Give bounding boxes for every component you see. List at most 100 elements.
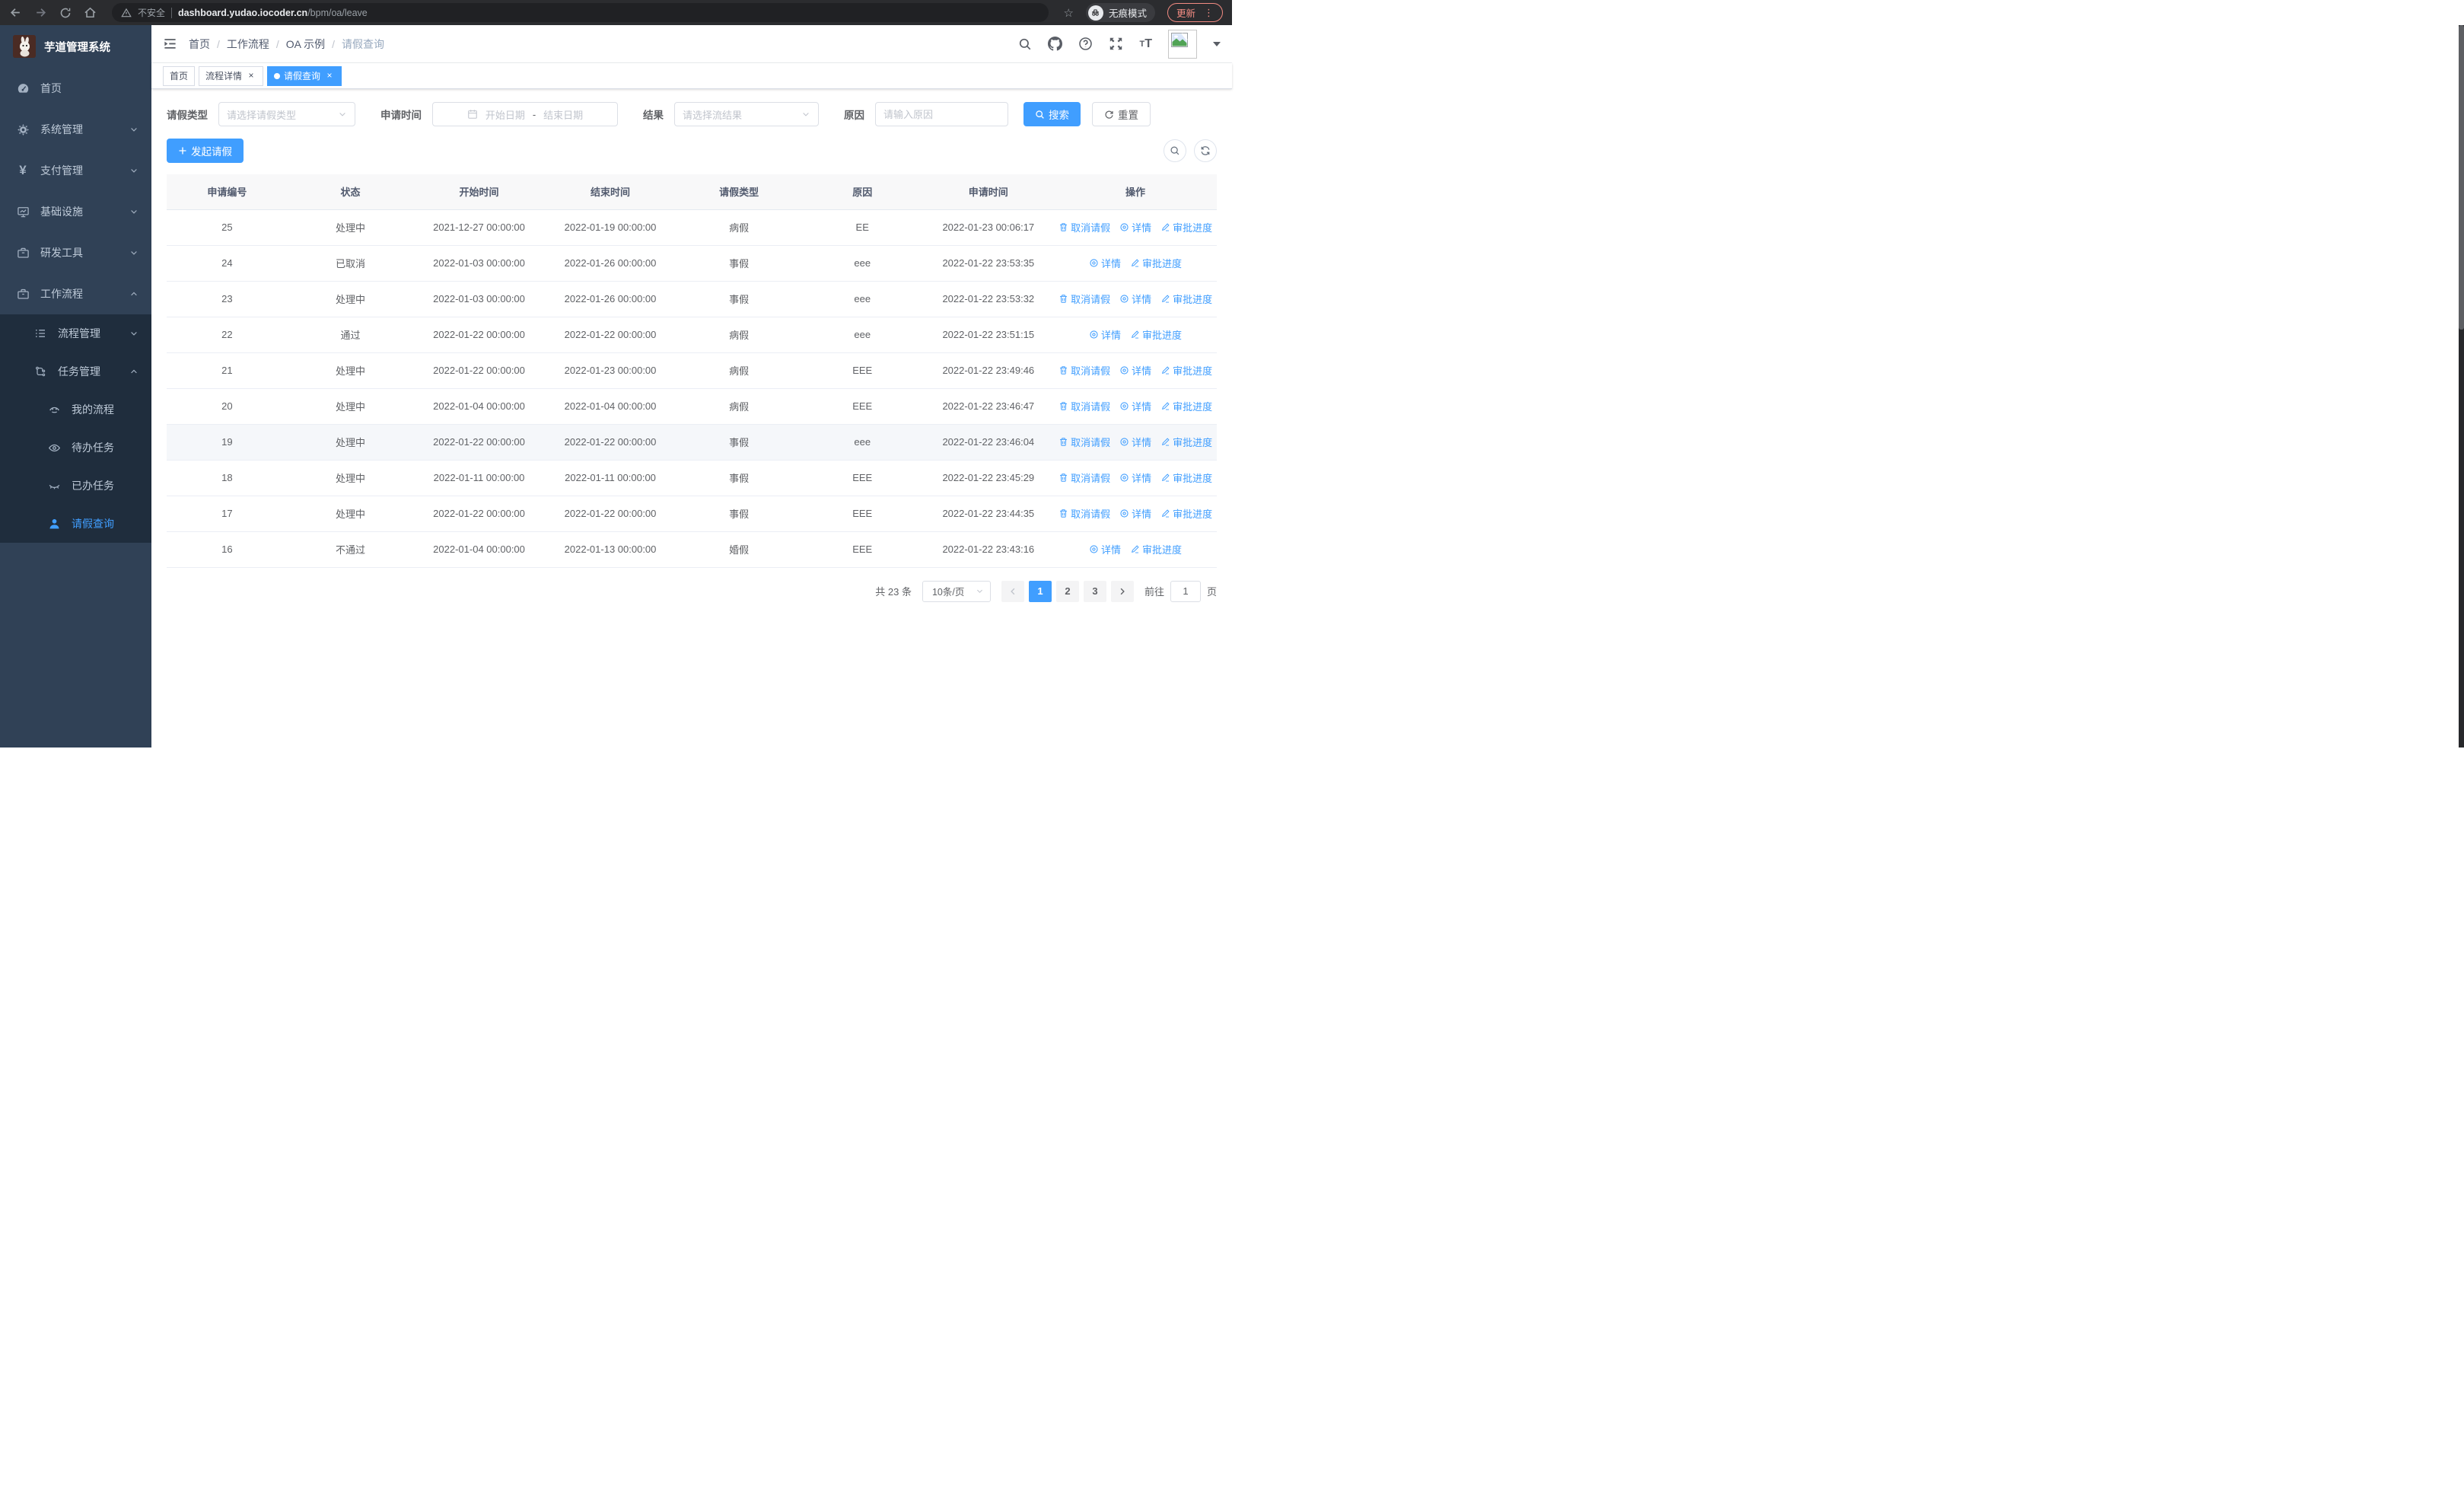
progress-link[interactable]: 审批进度: [1160, 363, 1212, 378]
cancel-leave-link[interactable]: 取消请假: [1059, 363, 1110, 378]
scrollbar[interactable]: [2459, 25, 2464, 748]
cancel-leave-link[interactable]: 取消请假: [1059, 506, 1110, 521]
tab-process-detail[interactable]: 流程详情 ×: [199, 65, 264, 86]
detail-link[interactable]: 详情: [1119, 292, 1151, 306]
tab-leave-query[interactable]: 请假查询 ×: [267, 65, 342, 86]
sidebar-item-task-mgmt[interactable]: 任务管理: [0, 352, 151, 390]
home-icon[interactable]: [84, 6, 97, 19]
cancel-leave-link[interactable]: 取消请假: [1059, 435, 1110, 449]
detail-link[interactable]: 详情: [1089, 542, 1121, 556]
sidebar-item-home[interactable]: 首页: [0, 68, 151, 109]
sidebar-item-done-tasks[interactable]: 已办任务: [0, 467, 151, 505]
browser-bar: 不安全 dashboard.yudao.iocoder.cn/bpm/oa/le…: [0, 0, 1232, 25]
breadcrumb-item[interactable]: 首页: [189, 37, 210, 52]
sidebar-item-workflow[interactable]: 工作流程: [0, 273, 151, 314]
progress-link[interactable]: 审批进度: [1160, 435, 1212, 449]
prev-page-button[interactable]: [1001, 580, 1024, 602]
github-icon[interactable]: [1048, 37, 1063, 51]
detail-link[interactable]: 详情: [1119, 435, 1151, 449]
reason-input[interactable]: [875, 102, 1008, 126]
sidebar-item-payment[interactable]: ¥ 支付管理: [0, 150, 151, 191]
scrollbar-thumb[interactable]: [2459, 25, 2464, 330]
sidebar-item-process-mgmt[interactable]: 流程管理: [0, 314, 151, 352]
reset-button[interactable]: 重置: [1092, 102, 1151, 126]
apply-time-range-picker[interactable]: 开始日期 - 结束日期: [432, 102, 618, 126]
sidebar-collapse-icon[interactable]: [163, 37, 177, 51]
cancel-leave-link[interactable]: 取消请假: [1059, 292, 1110, 306]
progress-link[interactable]: 审批进度: [1130, 256, 1182, 270]
show-search-button[interactable]: [1164, 139, 1186, 162]
table-cell-reason: EEE: [801, 460, 923, 496]
table-cell-reason: eee: [801, 245, 923, 282]
sidebar-item-infrastructure[interactable]: 基础设施: [0, 191, 151, 232]
forward-icon[interactable]: [34, 6, 47, 19]
sidebar-item-my-process[interactable]: 我的流程: [0, 390, 151, 429]
goto-page-input[interactable]: [1170, 580, 1201, 602]
sidebar-item-todo-tasks[interactable]: 待办任务: [0, 429, 151, 467]
close-icon[interactable]: ×: [324, 70, 335, 81]
cancel-leave-link[interactable]: 取消请假: [1059, 399, 1110, 413]
breadcrumb-item[interactable]: OA 示例: [286, 37, 325, 52]
reload-icon[interactable]: [59, 7, 72, 19]
end-date-placeholder: 结束日期: [543, 109, 584, 121]
refresh-table-button[interactable]: [1194, 139, 1217, 162]
cancel-leave-link[interactable]: 取消请假: [1059, 220, 1110, 234]
avatar-caret-icon[interactable]: [1213, 41, 1221, 46]
sidebar-item-devtools[interactable]: 研发工具: [0, 232, 151, 273]
table-cell-status: 处理中: [287, 388, 414, 425]
table-cell-end: 2022-01-26 00:00:00: [544, 281, 676, 317]
sidebar-item-label: 我的流程: [72, 403, 114, 416]
table-cell-type: 事假: [676, 245, 802, 282]
detail-link[interactable]: 详情: [1119, 399, 1151, 413]
search-icon[interactable]: [1018, 37, 1032, 51]
sidebar-item-label: 工作流程: [40, 288, 83, 300]
result-select[interactable]: 请选择流结果: [674, 102, 819, 126]
close-icon[interactable]: ×: [246, 70, 256, 81]
security-warning-icon: [121, 8, 132, 18]
page-button-3[interactable]: 3: [1083, 580, 1106, 602]
detail-link[interactable]: 详情: [1089, 256, 1121, 270]
help-icon[interactable]: [1078, 37, 1093, 51]
progress-link[interactable]: 审批进度: [1160, 506, 1212, 521]
page-button-2[interactable]: 2: [1055, 580, 1079, 602]
tab-home[interactable]: 首页: [163, 65, 196, 86]
back-icon[interactable]: [9, 6, 22, 19]
sidebar-item-leave-query[interactable]: 请假查询: [0, 505, 151, 543]
browser-menu-icon[interactable]: ⋮: [1204, 8, 1214, 18]
security-warning-label: 不安全: [138, 8, 166, 18]
sidebar-item-label: 支付管理: [40, 164, 83, 177]
flow-icon: [33, 365, 47, 378]
app-title: 芋道管理系统: [44, 41, 110, 54]
table-cell-actions: 取消请假 详情 审批进度: [1054, 460, 1217, 496]
search-button[interactable]: 搜索: [1023, 102, 1081, 126]
cancel-leave-link[interactable]: 取消请假: [1059, 470, 1110, 485]
progress-link[interactable]: 审批进度: [1160, 470, 1212, 485]
leave-type-select[interactable]: 请选择请假类型: [218, 102, 355, 126]
bookmark-star-icon[interactable]: ☆: [1064, 6, 1074, 20]
browser-update-button[interactable]: 更新 ⋮: [1167, 3, 1223, 22]
detail-link[interactable]: 详情: [1119, 220, 1151, 234]
table-cell-type: 事假: [676, 424, 802, 461]
progress-link[interactable]: 审批进度: [1130, 542, 1182, 556]
progress-link[interactable]: 审批进度: [1160, 292, 1212, 306]
fullscreen-icon[interactable]: [1109, 37, 1123, 51]
address-bar[interactable]: 不安全 dashboard.yudao.iocoder.cn/bpm/oa/le…: [112, 3, 1049, 22]
progress-link[interactable]: 审批进度: [1160, 220, 1212, 234]
sidebar-item-system[interactable]: 系统管理: [0, 109, 151, 150]
font-size-icon[interactable]: TT: [1139, 37, 1152, 51]
detail-link[interactable]: 详情: [1119, 506, 1151, 521]
detail-link[interactable]: 详情: [1119, 470, 1151, 485]
avatar[interactable]: [1168, 29, 1197, 59]
detail-link[interactable]: 详情: [1089, 327, 1121, 342]
table-cell-start: 2022-01-22 00:00:00: [413, 424, 545, 461]
table-cell-applied: 2022-01-22 23:46:47: [922, 388, 1055, 425]
detail-link[interactable]: 详情: [1119, 363, 1151, 378]
page-size-select[interactable]: 10条/页: [922, 580, 991, 602]
progress-link[interactable]: 审批进度: [1160, 399, 1212, 413]
table-row: 20 处理中 2022-01-04 00:00:00 2022-01-04 00:00…: [167, 388, 1217, 425]
next-page-button[interactable]: [1110, 580, 1134, 602]
progress-link[interactable]: 审批进度: [1130, 327, 1182, 342]
create-leave-button[interactable]: 发起请假: [167, 139, 244, 163]
breadcrumb-item[interactable]: 工作流程: [227, 37, 269, 52]
page-button-1[interactable]: 1: [1028, 580, 1052, 602]
